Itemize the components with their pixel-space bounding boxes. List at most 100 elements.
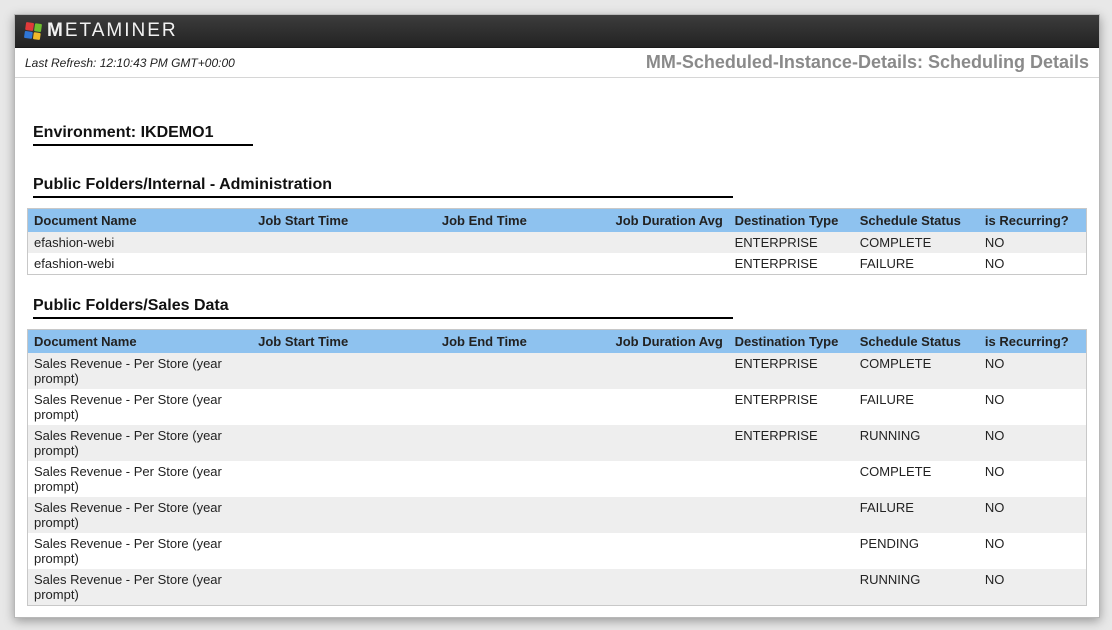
cell-stat: COMPLETE (854, 461, 979, 497)
cell-doc: Sales Revenue - Per Store (year prompt) (28, 461, 253, 497)
cell-doc: efashion-webi (28, 232, 253, 253)
cell-end (436, 425, 610, 461)
cell-end (436, 389, 610, 425)
brand-text-rest: ETAMINER (65, 20, 178, 41)
info-bar: Last Refresh: 12:10:43 PM GMT+00:00 MM-S… (15, 48, 1099, 78)
environment-heading: Environment: IKDEMO1 (33, 124, 253, 146)
cell-start (252, 569, 436, 606)
table-row: Sales Revenue - Per Store (year prompt) F… (28, 497, 1087, 533)
column-header-stat: Schedule Status (854, 209, 979, 233)
cell-dest (729, 569, 854, 606)
cell-stat: RUNNING (854, 425, 979, 461)
cell-end (436, 569, 610, 606)
column-header-stat: Schedule Status (854, 330, 979, 354)
column-header-recur: is Recurring? (979, 209, 1087, 233)
last-refresh-label: Last Refresh: (25, 56, 96, 70)
cell-end (436, 253, 610, 275)
cell-dest (729, 533, 854, 569)
cell-start (252, 389, 436, 425)
data-table: Document NameJob Start TimeJob End TimeJ… (27, 329, 1087, 606)
cell-recur: NO (979, 569, 1087, 606)
brand-text: METAMINER (47, 20, 178, 42)
environment-label: Environment: (33, 124, 136, 141)
cell-recur: NO (979, 389, 1087, 425)
column-header-doc: Document Name (28, 330, 253, 354)
cell-doc: Sales Revenue - Per Store (year prompt) (28, 497, 253, 533)
column-header-dest: Destination Type (729, 209, 854, 233)
table-row: Sales Revenue - Per Store (year prompt) E… (28, 389, 1087, 425)
cell-dest: ENTERPRISE (729, 425, 854, 461)
cell-end (436, 232, 610, 253)
cell-dur (609, 389, 728, 425)
cell-doc: Sales Revenue - Per Store (year prompt) (28, 533, 253, 569)
table-row: efashion-webi ENTERPRISEFAILURENO (28, 253, 1087, 275)
column-header-recur: is Recurring? (979, 330, 1087, 354)
cell-dest (729, 497, 854, 533)
cell-end (436, 497, 610, 533)
column-header-end: Job End Time (436, 209, 610, 233)
last-refresh-value: 12:10:43 PM GMT+00:00 (100, 56, 235, 70)
cell-dur (609, 569, 728, 606)
cell-stat: PENDING (854, 533, 979, 569)
brand-text-strong: M (47, 20, 65, 41)
cell-stat: FAILURE (854, 253, 979, 275)
cell-dur (609, 425, 728, 461)
cell-dur (609, 353, 728, 389)
cell-doc: Sales Revenue - Per Store (year prompt) (28, 389, 253, 425)
logo-icon (24, 22, 42, 40)
cell-start (252, 253, 436, 275)
cell-start (252, 425, 436, 461)
cell-start (252, 232, 436, 253)
table-row: Sales Revenue - Per Store (year prompt) P… (28, 533, 1087, 569)
cell-dest: ENTERPRISE (729, 253, 854, 275)
cell-dur (609, 253, 728, 275)
column-header-dur: Job Duration Avg (609, 330, 728, 354)
cell-recur: NO (979, 253, 1087, 275)
cell-recur: NO (979, 497, 1087, 533)
cell-start (252, 497, 436, 533)
cell-doc: Sales Revenue - Per Store (year prompt) (28, 569, 253, 606)
cell-start (252, 353, 436, 389)
report-body: Environment: IKDEMO1 Public Folders/Inte… (15, 78, 1099, 618)
cell-stat: FAILURE (854, 389, 979, 425)
cell-dest: ENTERPRISE (729, 389, 854, 425)
cell-dur (609, 497, 728, 533)
cell-dest: ENTERPRISE (729, 232, 854, 253)
cell-dur (609, 461, 728, 497)
cell-recur: NO (979, 232, 1087, 253)
cell-dest (729, 461, 854, 497)
column-header-dest: Destination Type (729, 330, 854, 354)
section-title: Public Folders/Sales Data (33, 297, 733, 319)
column-header-doc: Document Name (28, 209, 253, 233)
sections-container: Public Folders/Internal - Administration… (25, 176, 1089, 606)
cell-recur: NO (979, 533, 1087, 569)
cell-dur (609, 533, 728, 569)
column-header-end: Job End Time (436, 330, 610, 354)
environment-value: IKDEMO1 (141, 124, 214, 141)
cell-doc: efashion-webi (28, 253, 253, 275)
table-row: Sales Revenue - Per Store (year prompt)E… (28, 425, 1087, 461)
top-bar: METAMINER (15, 15, 1099, 48)
cell-end (436, 353, 610, 389)
cell-stat: COMPLETE (854, 353, 979, 389)
cell-recur: NO (979, 353, 1087, 389)
report-container: METAMINER Last Refresh: 12:10:43 PM GMT+… (14, 14, 1100, 618)
cell-doc: Sales Revenue - Per Store (year prompt) (28, 353, 253, 389)
cell-start (252, 533, 436, 569)
cell-dur (609, 232, 728, 253)
table-row: Sales Revenue - Per Store (year prompt) R… (28, 569, 1087, 606)
cell-stat: COMPLETE (854, 232, 979, 253)
cell-dest: ENTERPRISE (729, 353, 854, 389)
cell-recur: NO (979, 425, 1087, 461)
page-title: MM-Scheduled-Instance-Details: Schedulin… (646, 52, 1089, 73)
cell-stat: FAILURE (854, 497, 979, 533)
table-row: Sales Revenue - Per Store (year prompt) E… (28, 353, 1087, 389)
column-header-start: Job Start Time (252, 330, 436, 354)
column-header-start: Job Start Time (252, 209, 436, 233)
cell-end (436, 461, 610, 497)
cell-end (436, 533, 610, 569)
column-header-dur: Job Duration Avg (609, 209, 728, 233)
cell-stat: RUNNING (854, 569, 979, 606)
last-refresh: Last Refresh: 12:10:43 PM GMT+00:00 (25, 56, 235, 70)
brand-logo: METAMINER (25, 20, 178, 42)
